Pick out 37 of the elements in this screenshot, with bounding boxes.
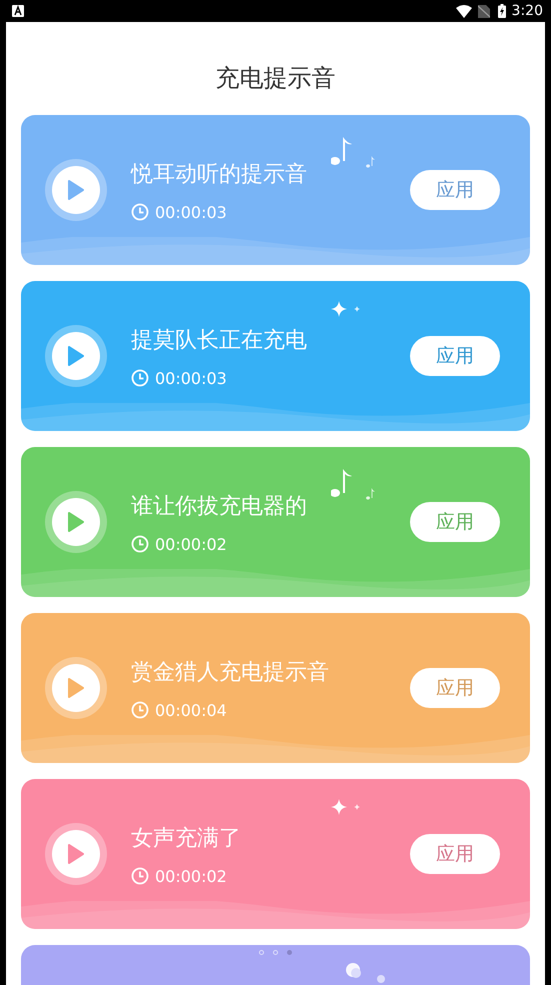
- ringtone-name: 谁让你拔充电器的: [131, 492, 308, 520]
- apply-button[interactable]: 应用: [410, 834, 500, 874]
- play-icon: [68, 512, 84, 532]
- battery-charging-icon: [498, 4, 506, 18]
- duration-text: 00:00:02: [155, 534, 227, 554]
- duration-text: 00:00:03: [155, 368, 227, 388]
- clock-icon: [131, 535, 149, 553]
- clock-icon: [131, 203, 149, 221]
- sparkles-icon: [331, 799, 361, 815]
- clock-time: 3:20: [512, 3, 543, 19]
- duration-text: 00:00:02: [155, 866, 227, 886]
- no-sim-icon: [478, 4, 490, 18]
- music-notes-icon: [331, 467, 377, 501]
- bubbles-icon: [346, 963, 386, 983]
- page-title: 充电提示音: [216, 63, 336, 94]
- ringtone-name: 女声充满了: [131, 824, 242, 852]
- play-icon: [68, 678, 84, 698]
- play-icon: [68, 180, 84, 200]
- wifi-icon: [456, 4, 472, 18]
- play-icon: [68, 346, 84, 366]
- ringtone-name: 赏金猎人充电提示音: [131, 658, 330, 686]
- app-notification-icon: [12, 5, 24, 17]
- apply-button[interactable]: 应用: [410, 668, 500, 708]
- apply-button[interactable]: 应用: [410, 502, 500, 542]
- apply-button[interactable]: 应用: [410, 336, 500, 376]
- clock-icon: [131, 369, 149, 387]
- duration-text: 00:00:03: [155, 202, 227, 222]
- page-indicator-dot[interactable]: [287, 950, 292, 955]
- play-icon: [68, 844, 84, 864]
- sparkles-icon: [331, 301, 361, 317]
- duration-text: 00:00:04: [155, 700, 227, 720]
- clock-icon: [131, 701, 149, 719]
- ringtone-name: 悦耳动听的提示音: [131, 160, 308, 188]
- music-notes-icon: [331, 135, 377, 169]
- apply-button[interactable]: 应用: [410, 170, 500, 210]
- ringtone-name: 提莫队长正在充电: [131, 326, 308, 354]
- clock-icon: [131, 867, 149, 885]
